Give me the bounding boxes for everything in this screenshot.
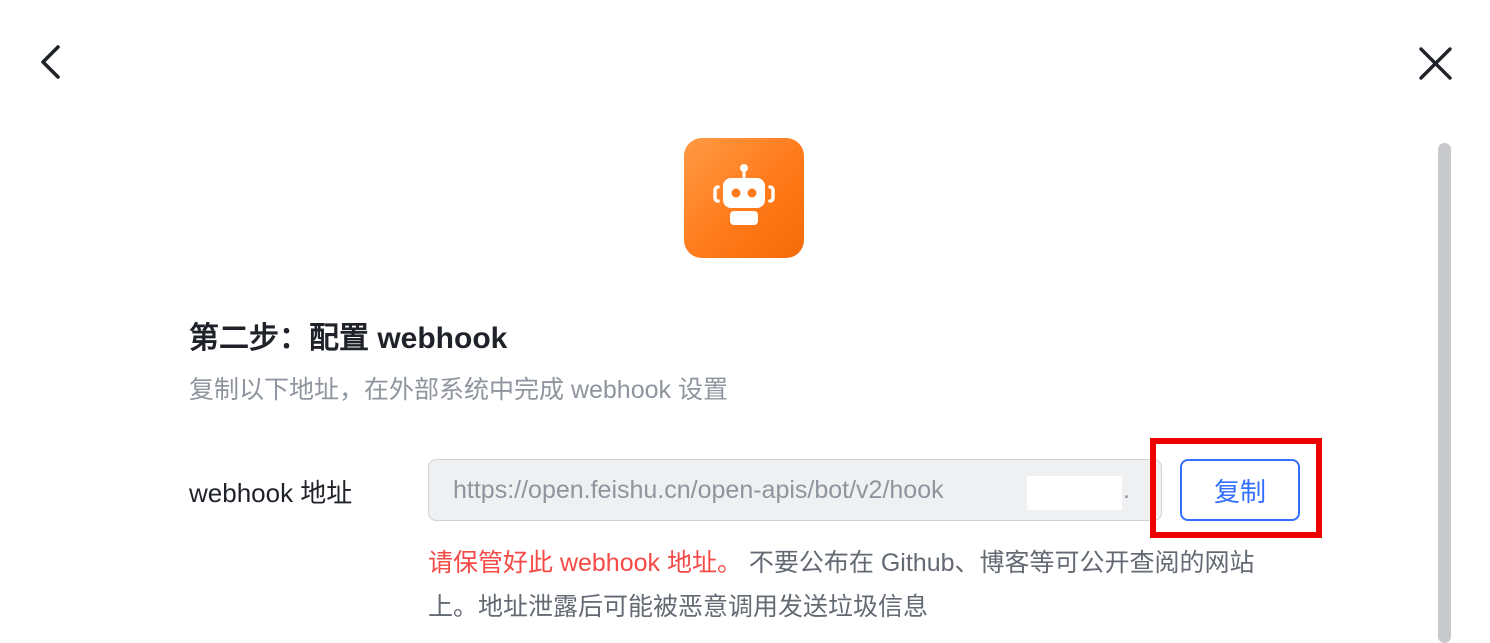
- bot-avatar: [684, 138, 804, 258]
- warning-emphasis: 请保管好此 webhook 地址。: [428, 549, 742, 577]
- step-description: 复制以下地址，在外部系统中完成 webhook 设置: [189, 376, 728, 404]
- chevron-left-icon: [41, 45, 60, 79]
- close-button[interactable]: [1416, 44, 1456, 82]
- step-title: 第二步：配置 webhook: [189, 322, 508, 355]
- redaction-mask: [1027, 476, 1122, 510]
- webhook-label: webhook 地址: [189, 478, 353, 508]
- webhook-url-trailing: .: [1123, 476, 1130, 504]
- copy-button[interactable]: 复制: [1180, 459, 1300, 521]
- back-button[interactable]: [36, 44, 68, 80]
- webhook-url-text: https://open.feishu.cn/open-apis/bot/v2/…: [453, 476, 944, 504]
- close-icon: [1419, 47, 1452, 80]
- scrollbar-thumb[interactable]: [1438, 143, 1451, 643]
- webhook-url-field[interactable]: https://open.feishu.cn/open-apis/bot/v2/…: [428, 459, 1162, 521]
- security-warning: 请保管好此 webhook 地址。 不要公布在 Github、博客等可公开查阅的…: [428, 541, 1298, 629]
- robot-icon: [713, 164, 775, 225]
